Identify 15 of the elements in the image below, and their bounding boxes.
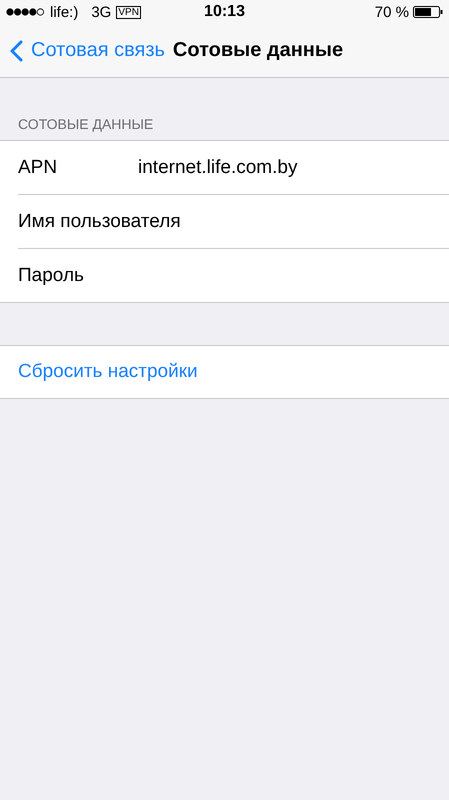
row-label: Имя пользователя (18, 210, 181, 232)
clock: 10:13 (204, 3, 245, 21)
signal-icon (6, 8, 45, 16)
page-title: Сотовые данные (172, 39, 344, 62)
battery-icon (413, 6, 443, 18)
vpn-badge: VPN (116, 6, 141, 18)
battery-percent: 70 % (374, 4, 409, 20)
row-label: Пароль (18, 264, 85, 286)
back-button[interactable]: Сотовая связь (10, 39, 165, 62)
carrier-name: life:) (50, 4, 78, 20)
network-type: 3G (91, 4, 112, 20)
section-header: СОТОВЫЕ ДАННЫЕ (17, 116, 154, 134)
field-value[interactable]: internet.life.com.by (138, 156, 298, 178)
chevron-left-icon (10, 40, 23, 62)
row-label: APN (18, 156, 58, 178)
